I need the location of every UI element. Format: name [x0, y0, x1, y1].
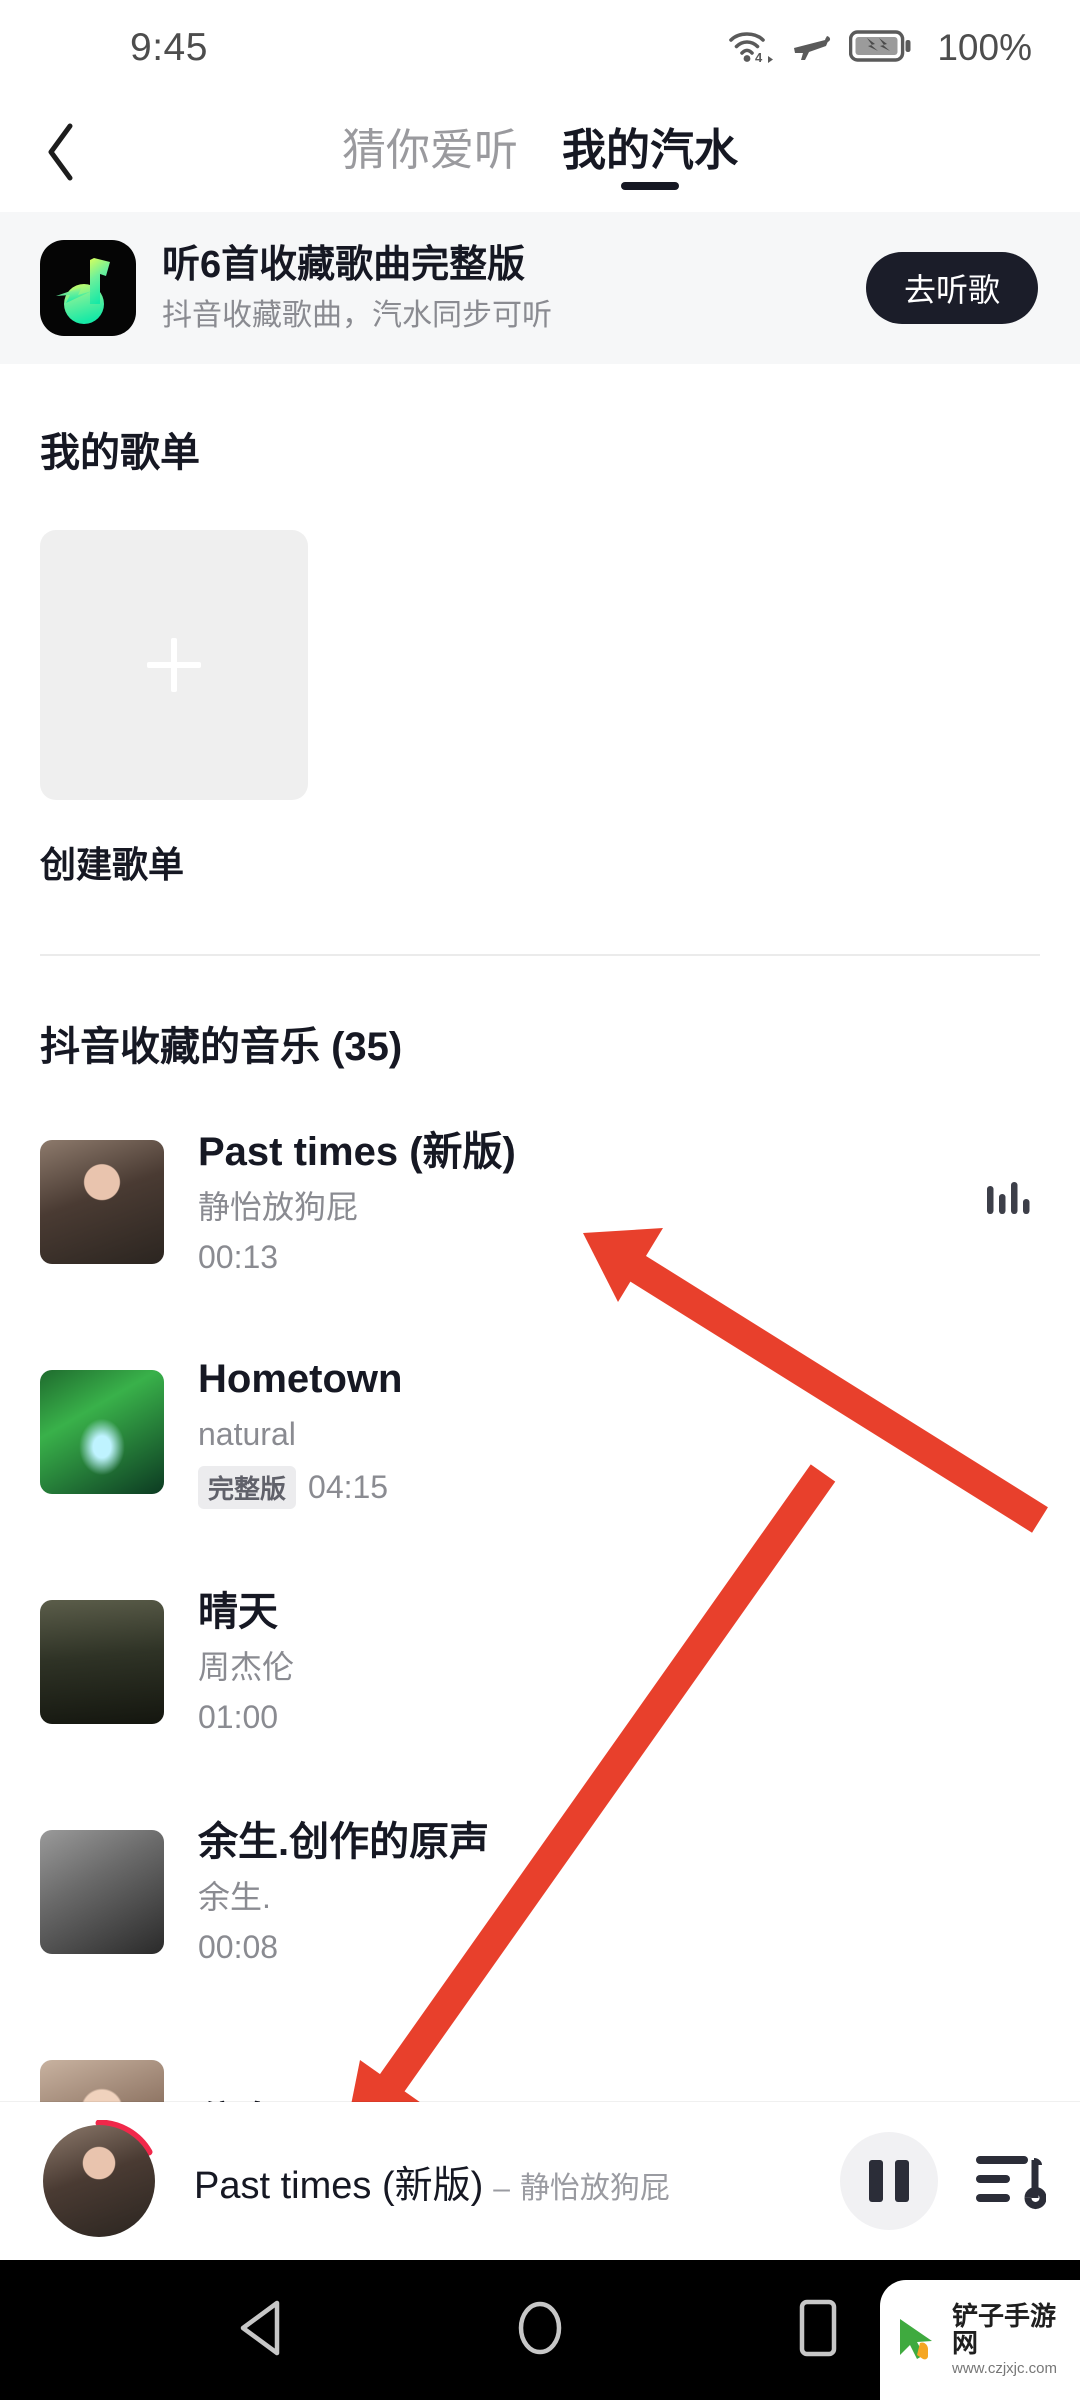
song-cover [40, 1600, 164, 1724]
status-icons: 4 100% [727, 26, 1032, 71]
site-watermark: 铲子手游网 www.czjxjc.com [880, 2280, 1080, 2400]
song-cover [40, 1140, 164, 1264]
list-item[interactable]: Hometown natural 完整版 04:15 [0, 1302, 1080, 1532]
song-meta: 01:00 [198, 1698, 1040, 1736]
app-music-note-icon [40, 240, 136, 336]
song-list: Past times (新版) 静怡放狗屁 00:13 Hometown nat… [0, 1072, 1080, 2222]
android-recents-icon[interactable] [789, 2297, 847, 2364]
song-cover [40, 1370, 164, 1494]
list-item[interactable]: 晴天 周杰伦 01:00 [0, 1532, 1080, 1762]
now-playing-title: Past times (新版) [194, 2164, 484, 2207]
now-playing-cover [43, 2125, 155, 2237]
back-button[interactable] [14, 106, 110, 202]
song-info: 余生.创作的原声 余生. 00:08 [198, 1818, 1040, 1967]
song-artist: 周杰伦 [198, 1648, 295, 1685]
full-version-badge: 完整版 [198, 1465, 297, 1509]
song-title: Past times (新版) [198, 1129, 516, 1174]
pause-icon [869, 2160, 909, 2202]
song-artist: 静怡放狗屁 [198, 1188, 359, 1225]
my-playlists-title: 我的歌单 [40, 431, 200, 475]
song-artist: 余生. [198, 1878, 271, 1915]
tab-label: 猜你爱听 [342, 126, 518, 175]
watermark-url: www.czjxjc.com [952, 2360, 1058, 2378]
song-meta: 00:13 [198, 1238, 984, 1276]
my-playlists-section: 我的歌单 创建歌单 [0, 364, 1080, 888]
collected-music-title: 抖音收藏的音乐 (35) [40, 1025, 403, 1069]
promo-banner[interactable]: 听6首收藏歌曲完整版 抖音收藏歌曲，汽水同步可听 去听歌 [0, 212, 1080, 364]
song-title: 余生.创作的原声 [198, 1819, 490, 1864]
watermark-name: 铲子手游网 [952, 2300, 1057, 2359]
battery-charging-icon [849, 28, 913, 69]
create-playlist-card[interactable] [40, 530, 308, 800]
watermark-texts: 铲子手游网 www.czjxjc.com [952, 2300, 1080, 2378]
tab-my-qishui[interactable]: 我的汽水 [562, 114, 738, 194]
cursor-arrow-logo-icon [890, 2311, 944, 2370]
playlist-queue-icon [972, 2155, 1047, 2218]
now-playing-artist: 静怡放狗屁 [519, 2171, 670, 2205]
song-meta: 00:08 [198, 1928, 1040, 1966]
create-playlist-label: 创建歌单 [40, 844, 185, 885]
pause-button[interactable] [840, 2132, 938, 2230]
android-back-icon[interactable] [233, 2297, 291, 2364]
svg-text:4: 4 [755, 50, 763, 65]
banner-text-block: 听6首收藏歌曲完整版 抖音收藏歌曲，汽水同步可听 [162, 242, 866, 335]
song-title: 晴天 [198, 1589, 278, 1634]
song-duration: 00:13 [198, 1239, 279, 1275]
list-item[interactable]: Past times (新版) 静怡放狗屁 00:13 [0, 1072, 1080, 1302]
go-listen-button[interactable]: 去听歌 [865, 252, 1038, 324]
song-artist: natural [198, 1416, 296, 1453]
equalizer-playing-icon [984, 1178, 1034, 1227]
tab-guess-you-like[interactable]: 猜你爱听 [342, 114, 518, 194]
page-header: 猜你爱听 我的汽水 [0, 96, 1080, 212]
now-playing-separator: – [493, 2171, 510, 2205]
chevron-left-icon [42, 121, 82, 188]
mini-player[interactable]: Past times (新版) – 静怡放狗屁 [0, 2102, 1080, 2260]
song-cover [40, 1830, 164, 1954]
status-time: 9:45 [130, 26, 208, 69]
wifi-4g-icon: 4 [727, 26, 775, 71]
tab-active-underline [621, 182, 679, 190]
tab-label: 我的汽水 [562, 126, 738, 175]
song-meta: 完整版 04:15 [198, 1465, 1040, 1509]
song-info: 晴天 周杰伦 01:00 [198, 1588, 1040, 1737]
banner-subtitle: 抖音收藏歌曲，汽水同步可听 [162, 299, 552, 332]
avatar[interactable] [38, 2120, 160, 2242]
battery-percent: 100% [937, 27, 1032, 68]
android-home-icon[interactable] [511, 2297, 569, 2364]
song-info: Hometown natural 完整版 04:15 [198, 1355, 1040, 1509]
song-title: Hometown [198, 1357, 403, 1402]
now-playing-text: Past times (新版) – 静怡放狗屁 [194, 2154, 840, 2209]
song-duration: 04:15 [308, 1468, 389, 1505]
list-item[interactable]: 余生.创作的原声 余生. 00:08 [0, 1762, 1080, 1992]
status-bar: 9:45 4 100% [0, 0, 1080, 96]
plus-icon [147, 638, 201, 692]
tab-bar: 猜你爱听 我的汽水 [0, 114, 1080, 194]
banner-title: 听6首收藏歌曲完整版 [162, 243, 526, 286]
airplane-mode-icon [791, 26, 833, 71]
playlist-queue-button[interactable] [972, 2144, 1047, 2219]
song-duration: 00:08 [198, 1929, 279, 1965]
song-info: Past times (新版) 静怡放狗屁 00:13 [198, 1128, 984, 1277]
song-duration: 01:00 [198, 1699, 279, 1735]
playlist-row: 创建歌单 [40, 530, 1040, 888]
